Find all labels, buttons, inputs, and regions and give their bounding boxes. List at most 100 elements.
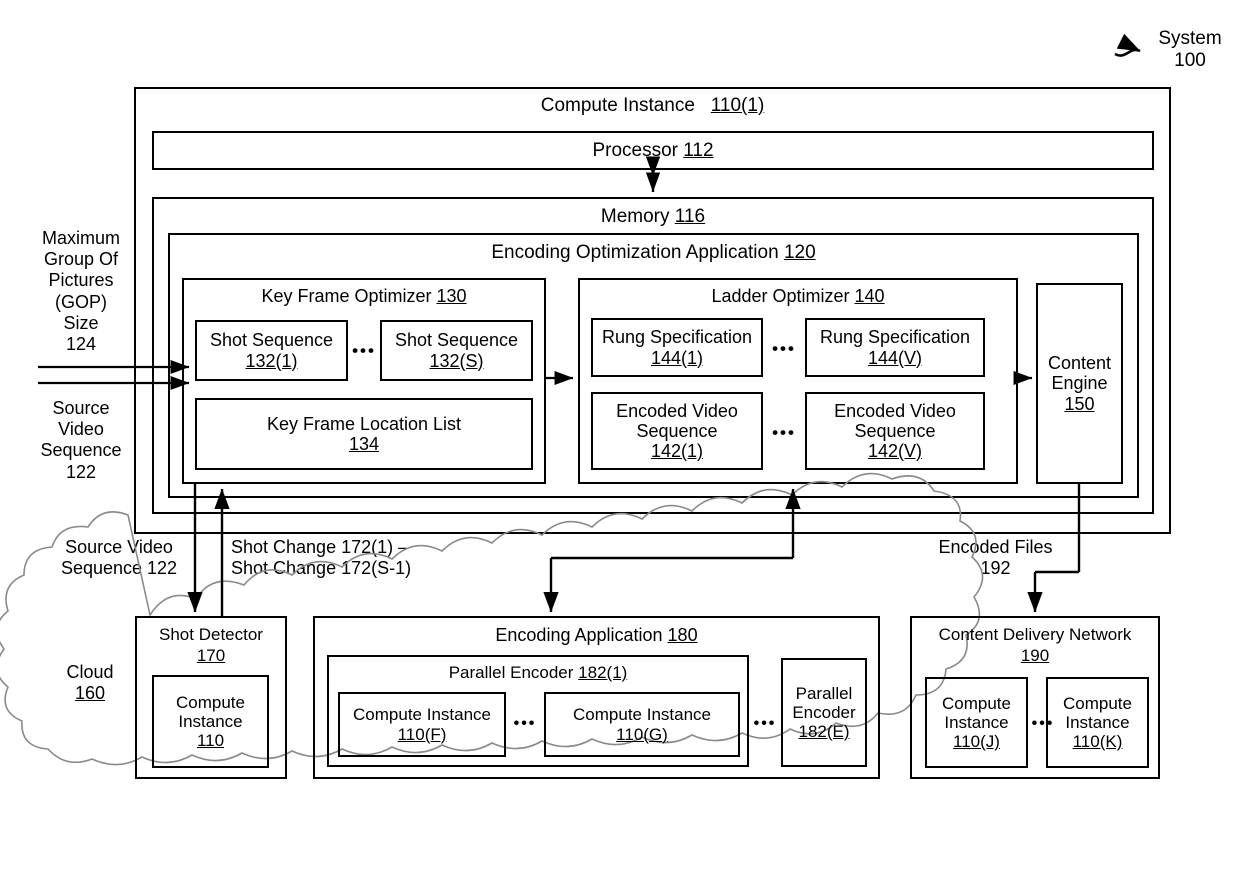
shot-sequence-132-s-title: Shot Sequence — [394, 330, 519, 351]
encoded-video-sequence-ellipsis: ••• — [772, 423, 796, 442]
kfo-title-text: Key Frame Optimizer — [261, 286, 432, 306]
patent-figure: System 100 Compute Instance 110(1) Proce… — [0, 0, 1240, 882]
ci-110-k-line1: Compute — [1063, 693, 1132, 713]
cloud-ref: 160 — [74, 683, 106, 704]
rung-specification-144-v-label: Rung Specification 144(V) — [805, 318, 985, 377]
rung-specification-144-1-label: Rung Specification 144(1) — [591, 318, 763, 377]
kfo-ref: 130 — [436, 286, 467, 306]
evs-142-1-line2: Sequence — [636, 420, 718, 441]
shot-sequence-132-1-label: Shot Sequence 132(1) — [195, 320, 348, 381]
parallel-encoder-182-1-label: Parallel Encoder 182(1) — [327, 663, 749, 683]
parallel-encoder-182-e-label: Parallel Encoder 182(E) — [781, 658, 867, 767]
shot-sequence-132-s-label: Shot Sequence 132(S) — [380, 320, 533, 381]
compute-instance-ref: 110(1) — [710, 95, 765, 116]
compute-instance-110-1-title: Compute Instance 110(1) — [134, 95, 1171, 117]
encoded-video-sequence-142-v-label: Encoded Video Sequence 142(V) — [805, 392, 985, 470]
evs-142-v-line1: Encoded Video — [834, 400, 956, 421]
shot-detector-compute-instance-label: Compute Instance 110 — [152, 675, 269, 768]
rung-specification-ellipsis: ••• — [772, 339, 796, 358]
max-gop-line5: Size — [63, 312, 99, 333]
kfll-title: Key Frame Location List — [266, 413, 462, 434]
svs-in-line1: Source — [52, 398, 110, 418]
source-video-sequence-input-label: Source Video Sequence 122 — [22, 398, 140, 483]
shot-sequence-132-1-ref: 132(1) — [245, 350, 298, 371]
shot-sequence-132-1-title: Shot Sequence — [209, 330, 334, 351]
max-gop-line3: Pictures — [48, 270, 114, 291]
content-engine-line1: Content — [1047, 353, 1112, 374]
ladder-optimizer-label: Ladder Optimizer 140 — [578, 286, 1018, 307]
max-gop-ref: 124 — [65, 334, 97, 355]
ci-110-j-ref: 110(J) — [953, 732, 1000, 752]
pe-182-e-line2: Encoder — [792, 702, 856, 722]
max-gop-size-label: Maximum Group Of Pictures (GOP) Size 124 — [22, 228, 140, 355]
compute-instance-110-f-label: Compute Instance 110(F) — [338, 692, 506, 757]
memory-title-text: Memory — [600, 206, 670, 227]
svs-down-line2: Sequence 122 — [60, 558, 178, 579]
shot-change-line2: Shot Change 172(S-1) — [231, 558, 412, 579]
pe-182-e-ref: 182(E) — [798, 722, 850, 742]
processor-title-text: Processor — [592, 140, 678, 161]
processor-ref: 112 — [683, 140, 714, 161]
svs-down-line1: Source Video — [65, 537, 173, 557]
encoding-optimization-application-label: Encoding Optimization Application 120 — [168, 242, 1139, 264]
lo-ref: 140 — [854, 286, 885, 306]
compute-instance-110-k-label: Compute Instance 110(K) — [1046, 677, 1149, 768]
svs-in-line2: Video — [58, 419, 104, 440]
system-leader-arrow — [1114, 33, 1141, 57]
encoding-application-ref: 180 — [667, 625, 698, 645]
cloud-title-text: Cloud — [66, 662, 114, 682]
cdn-title-text: Content Delivery Network — [938, 625, 1132, 644]
compute-instance-110-g-label: Compute Instance 110(G) — [544, 692, 740, 757]
content-engine-label: Content Engine 150 — [1036, 283, 1123, 484]
source-video-sequence-down-label: Source Video Sequence 122 — [44, 537, 194, 579]
shot-sequence-132-s-ref: 132(S) — [429, 350, 484, 371]
shot-detector-label: Shot Detector 170 — [135, 624, 287, 667]
pe-182-1-ref: 182(1) — [578, 663, 628, 682]
kfll-ref: 134 — [348, 434, 380, 454]
system-callout-line2: 100 — [1174, 50, 1206, 72]
svs-in-line3: Sequence — [40, 440, 122, 461]
ci-110-g-title: Compute Instance — [573, 705, 711, 725]
ci-110-k-ref: 110(K) — [1072, 732, 1123, 752]
encoding-application-label: Encoding Application 180 — [313, 625, 880, 646]
encoded-video-sequence-142-1-label: Encoded Video Sequence 142(1) — [591, 392, 763, 470]
processor-label: Processor 112 — [152, 140, 1154, 162]
content-engine-ref: 150 — [1064, 393, 1095, 414]
sd-ci-ref: 110 — [196, 731, 225, 751]
system-callout-label: System 100 — [1142, 28, 1238, 73]
lo-title-text: Ladder Optimizer — [711, 286, 850, 306]
rung-spec-144-1-title: Rung Specification — [601, 327, 753, 348]
system-callout-line1: System — [1158, 28, 1222, 49]
rung-spec-144-v-title: Rung Specification — [819, 327, 971, 348]
ci-110-k-line2: Instance — [1065, 712, 1130, 732]
encoding-application-title-text: Encoding Application — [495, 625, 663, 645]
content-delivery-network-label: Content Delivery Network 190 — [910, 624, 1160, 667]
evs-142-1-line1: Encoded Video — [616, 400, 738, 421]
evs-142-1-ref: 142(1) — [650, 441, 704, 462]
encoded-files-line1: Encoded Files — [938, 537, 1053, 557]
memory-ref: 116 — [674, 206, 706, 227]
shot-sequence-ellipsis: ••• — [352, 341, 376, 360]
ci-110-j-line1: Compute — [942, 693, 1011, 713]
eoa-ref: 120 — [783, 242, 816, 263]
compute-instance-110-j-label: Compute Instance 110(J) — [925, 677, 1028, 768]
shot-detector-title-text: Shot Detector — [159, 625, 263, 644]
key-frame-location-list-label: Key Frame Location List 134 — [195, 398, 533, 470]
ci-110-f-title: Compute Instance — [353, 705, 491, 725]
sd-ci-line1: Compute — [176, 692, 245, 712]
shot-change-line1: Shot Change 172(1) – — [231, 537, 409, 557]
cloud-label: Cloud 160 — [52, 662, 128, 704]
max-gop-line1: Maximum — [41, 228, 120, 248]
content-engine-line2: Engine — [1051, 373, 1108, 394]
rung-spec-144-v-ref: 144(V) — [867, 347, 923, 368]
max-gop-line2: Group Of — [43, 249, 119, 270]
evs-142-v-line2: Sequence — [854, 420, 936, 441]
evs-142-v-ref: 142(V) — [867, 441, 923, 462]
max-gop-line4: (GOP) — [55, 291, 107, 312]
svs-in-ref: 122 — [65, 461, 97, 482]
cdn-ref: 190 — [1020, 646, 1050, 666]
ci-110-g-ref: 110(G) — [616, 724, 668, 744]
rung-spec-144-1-ref: 144(1) — [650, 347, 704, 368]
key-frame-optimizer-label: Key Frame Optimizer 130 — [182, 286, 546, 307]
parallel-encoder-inner-ellipsis: ••• — [513, 715, 537, 732]
